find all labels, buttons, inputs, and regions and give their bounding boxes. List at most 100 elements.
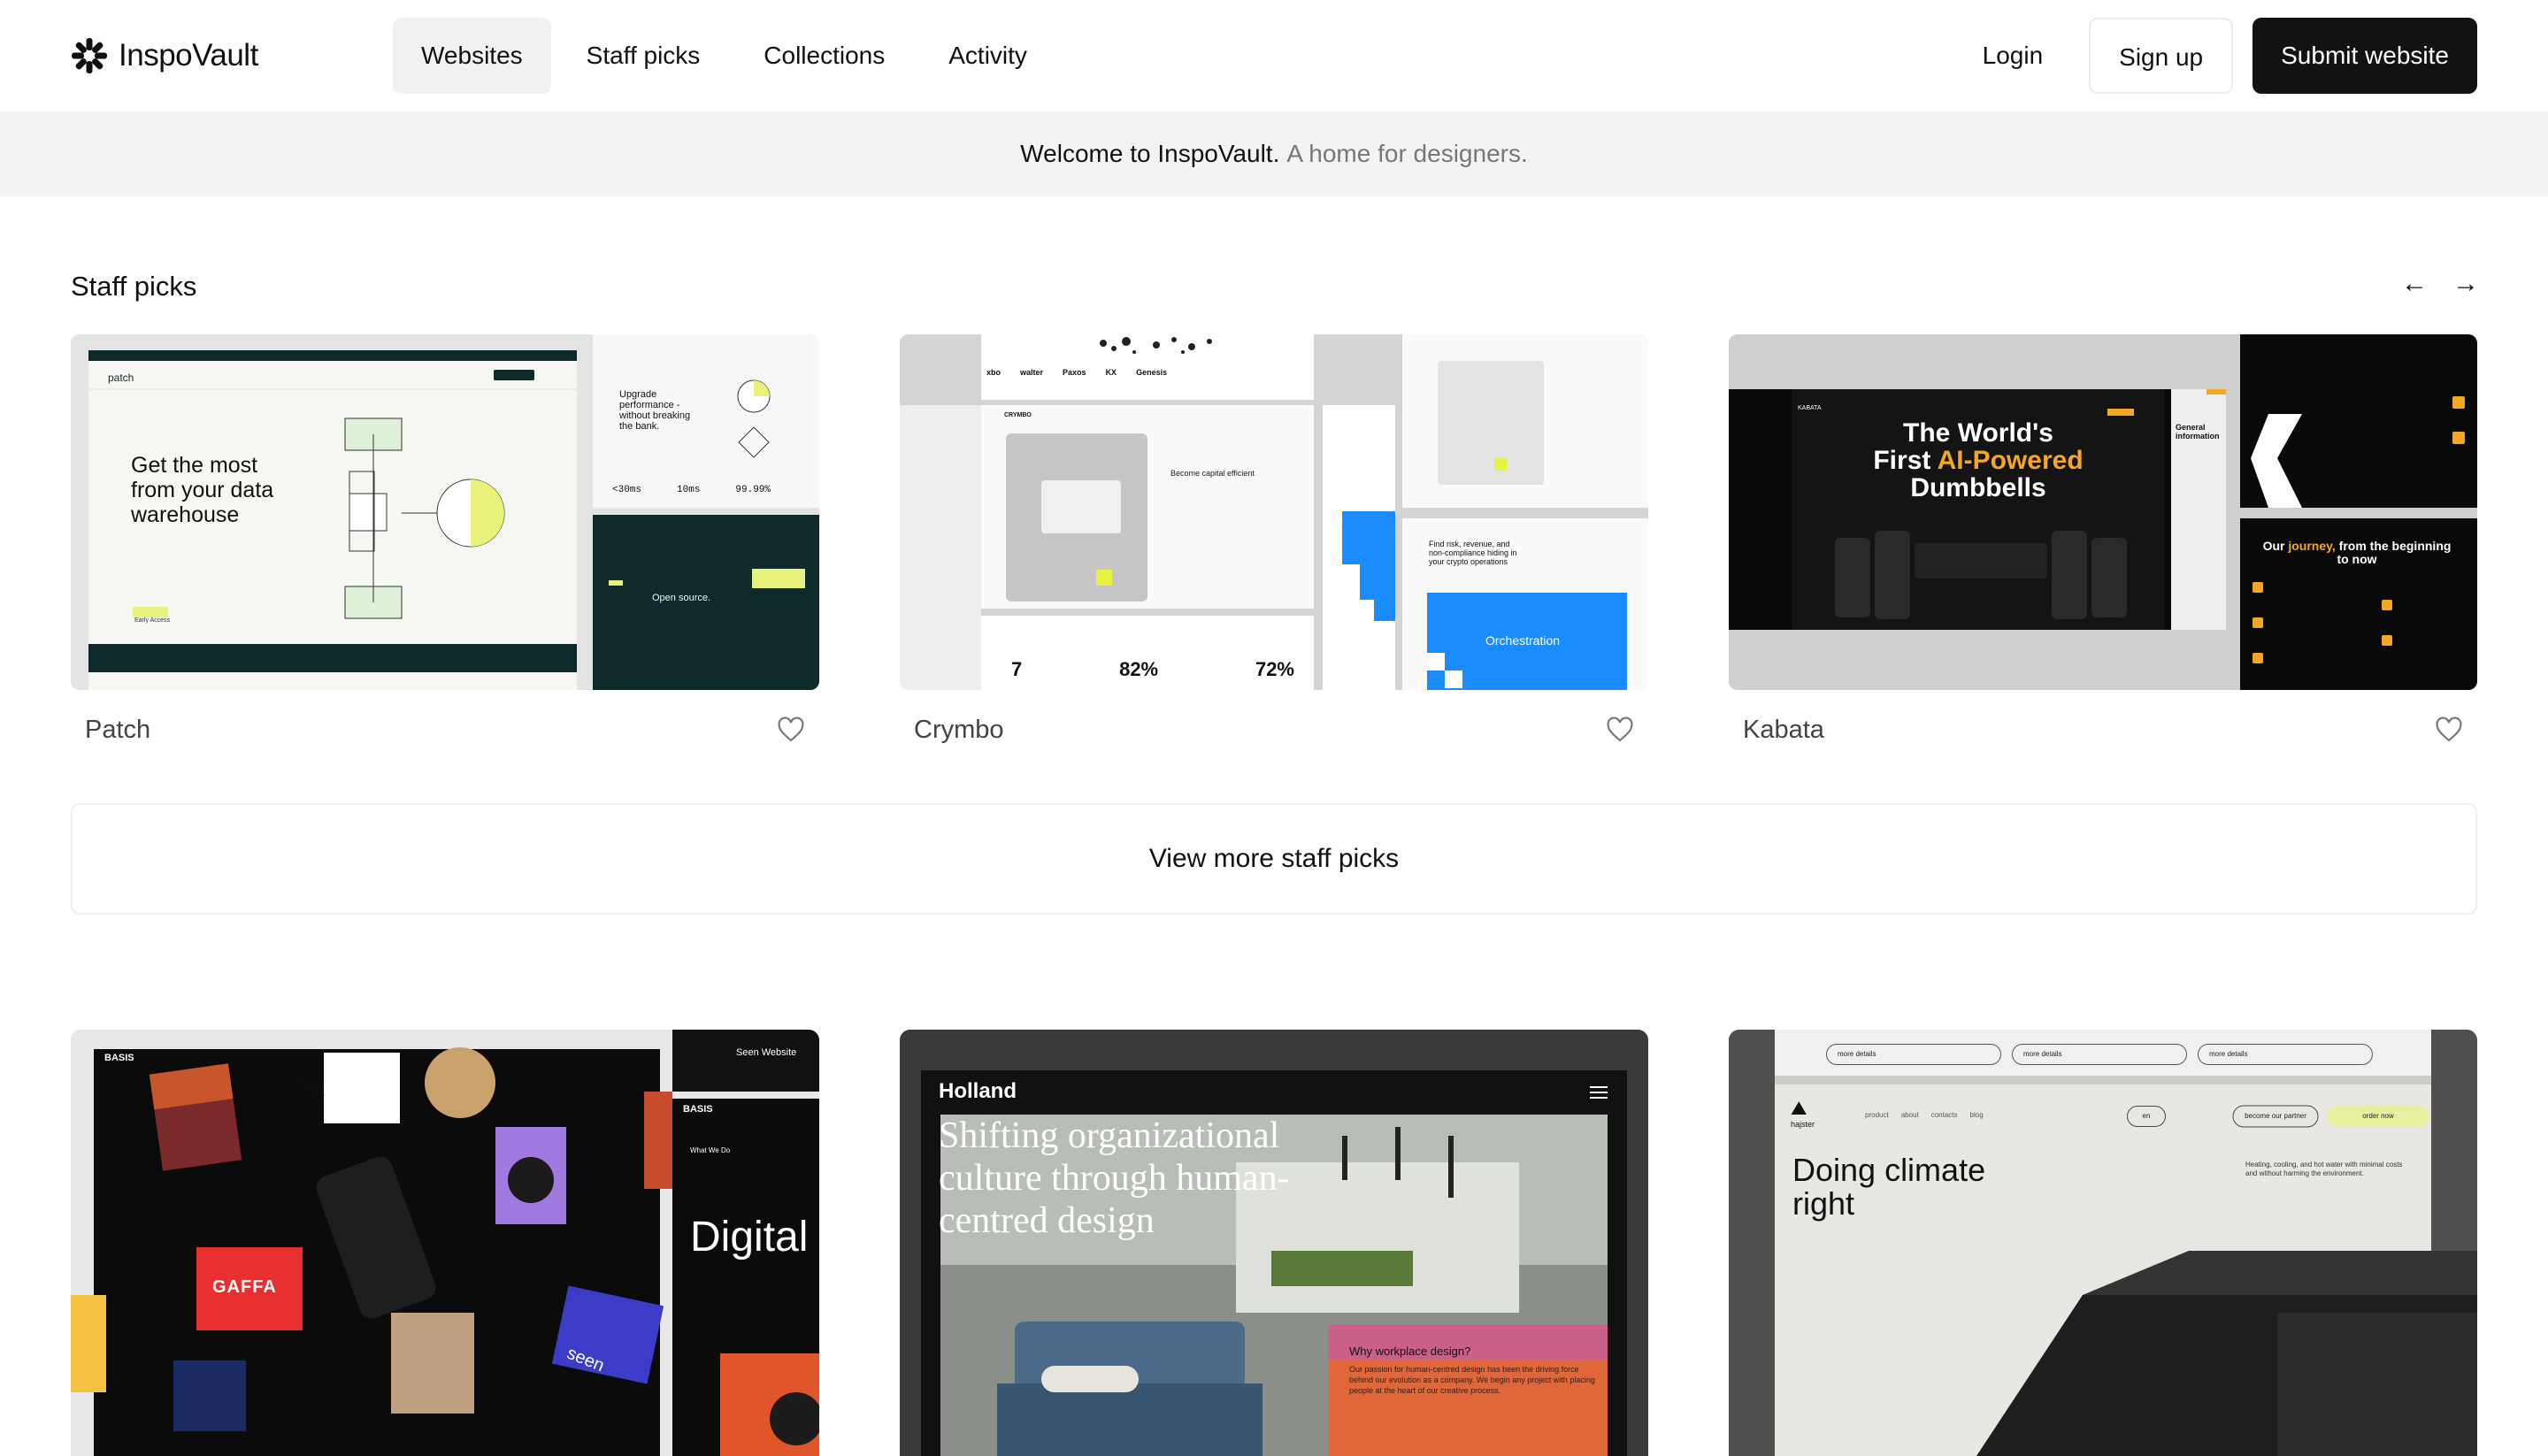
hajster-order[interactable]: order now xyxy=(2327,1106,2429,1127)
submit-website-button[interactable]: Submit website xyxy=(2253,18,2477,94)
hajster-nav-product[interactable]: product xyxy=(1865,1111,1889,1119)
card-footer: Crymbo xyxy=(900,690,1648,770)
crymbo-logo-1: xbo xyxy=(986,368,1002,377)
patch-stat-1: <30ms xyxy=(612,485,642,495)
crymbo-stat-1: 7 xyxy=(1011,658,1023,680)
logo-icon xyxy=(72,38,107,73)
website-card-holland[interactable]: Holland Shifting organizational culture … xyxy=(900,1030,1648,1456)
kabata-preview xyxy=(1729,334,2477,690)
hajster-partner[interactable]: become our partner xyxy=(2233,1106,2318,1127)
card-thumbnail[interactable]: The World's First AI-Powered Dumbbells K… xyxy=(1729,334,2477,690)
hajster-nav-contacts[interactable]: contacts xyxy=(1931,1111,1958,1119)
card-thumbnail[interactable]: CRYMBO xbo walter Paxos KX Genesis Becom… xyxy=(900,334,1648,690)
kabata-journey-2: from the beginning to now xyxy=(2337,539,2452,566)
staff-pick-card-crymbo[interactable]: CRYMBO xbo walter Paxos KX Genesis Becom… xyxy=(900,334,1648,770)
patch-stat-2: 10ms xyxy=(677,485,701,495)
staff-pick-card-kabata[interactable]: The World's First AI-Powered Dumbbells K… xyxy=(1729,334,2477,770)
patch-side-headline: Upgrade performance - without breaking t… xyxy=(619,389,691,432)
auth-actions: Login Sign up Submit website xyxy=(1956,18,2477,94)
crymbo-logo-3: Paxos xyxy=(1063,368,1086,377)
holland-brand: Holland xyxy=(939,1079,1017,1103)
kabata-journey-accent: journey, xyxy=(2288,539,2336,553)
basis-seen: Seen Website xyxy=(736,1047,797,1058)
nav-activity[interactable]: Activity xyxy=(920,18,1055,94)
arrow-right-icon[interactable]: → xyxy=(2452,269,2479,299)
welcome-banner: Welcome to InspoVault. A home for design… xyxy=(0,111,2548,196)
crymbo-stat-3: 72% xyxy=(1255,658,1294,680)
kabata-headline-3: Dumbbells xyxy=(1910,473,2046,502)
patch-headline: Get the most from your data warehouse xyxy=(131,453,274,527)
brand-logo[interactable]: InspoVault xyxy=(71,37,322,74)
staff-picks-title: Staff picks xyxy=(71,271,197,302)
kabata-journey-1: Our xyxy=(2262,539,2285,553)
hajster-logo-icon: ⛰ xyxy=(1791,1097,1807,1119)
top-header: InspoVault Websites Staff picks Collecti… xyxy=(0,0,2548,111)
arrow-left-icon[interactable]: ← xyxy=(2401,269,2428,299)
holland-headline: Shifting organizational culture through … xyxy=(939,1115,1290,1241)
nav-staff-picks[interactable]: Staff picks xyxy=(558,18,729,94)
crymbo-brand: CRYMBO xyxy=(1004,412,1032,418)
card-name[interactable]: Kabata xyxy=(1743,716,1824,745)
kabata-brand: KABATA xyxy=(1798,405,1822,411)
card-footer: Patch xyxy=(71,690,819,770)
hajster-brand: hajster xyxy=(1791,1120,1815,1129)
heart-icon[interactable] xyxy=(2435,717,2463,743)
website-card-basis[interactable]: BASIS Sable GAFFA seen Seen Website BASI… xyxy=(71,1030,819,1456)
crymbo-stat-2: 82% xyxy=(1119,658,1159,680)
main-nav: Websites Staff picks Collections Activit… xyxy=(393,18,1055,94)
card-footer: Kabata xyxy=(1729,690,2477,770)
nav-collections[interactable]: Collections xyxy=(735,18,913,94)
kabata-headline-2-line: First AI-Powered xyxy=(1792,447,2164,474)
crymbo-orchestration: Orchestration xyxy=(1485,633,1561,648)
kabata-headline-2: First xyxy=(1873,446,1931,475)
signup-button[interactable]: Sign up xyxy=(2089,18,2234,94)
login-button[interactable]: Login xyxy=(1956,18,2070,94)
kabata-headline: The World's First AI-Powered Dumbbells xyxy=(1792,419,2164,502)
hajster-lang[interactable]: en xyxy=(2127,1106,2166,1127)
crymbo-logo-2: walter xyxy=(1020,368,1044,377)
brand-name: InspoVault xyxy=(119,38,258,73)
hajster-headline: Doing climate right xyxy=(1792,1152,1986,1222)
crymbo-mid-text: Become capital efficient xyxy=(1170,469,1255,478)
hajster-preview xyxy=(1729,1030,2477,1456)
patch-side2: Open source. xyxy=(652,593,711,603)
crymbo-stats: 7 82% 72% xyxy=(1011,658,1294,681)
carousel-arrows: ← → xyxy=(2401,269,2479,299)
patch-stats: <30ms 10ms 99.99% xyxy=(612,485,771,495)
banner-strong: Welcome to InspoVault. xyxy=(1020,140,1280,167)
website-card-hajster[interactable]: more details more details more details ⛰… xyxy=(1729,1030,2477,1456)
crymbo-logo-5: Genesis xyxy=(1136,368,1168,377)
hajster-pill-2[interactable]: more details xyxy=(2012,1044,2187,1065)
basis-big-text: Digital Produ xyxy=(690,1214,819,1261)
crymbo-logo-4: KX xyxy=(1105,368,1117,377)
basis-brand2: BASIS xyxy=(683,1104,713,1115)
card-name[interactable]: Crymbo xyxy=(914,716,1004,745)
kabata-headline-accent: AI-Powered xyxy=(1937,446,2084,475)
banner-muted: A home for designers. xyxy=(1286,140,1528,167)
hajster-pill-1[interactable]: more details xyxy=(1826,1044,2001,1065)
holland-card-title: Why workplace design? xyxy=(1349,1345,1471,1358)
patch-cta: Early Access xyxy=(134,617,171,624)
hajster-nav-blog[interactable]: blog xyxy=(1970,1111,1984,1119)
staff-pick-card-patch[interactable]: patch Get the most from your data wareho… xyxy=(71,334,819,770)
basis-what: What We Do xyxy=(690,1146,731,1154)
heart-icon[interactable] xyxy=(1606,717,1634,743)
hajster-nav: product about contacts blog xyxy=(1865,1111,1984,1119)
patch-brand: patch xyxy=(108,372,134,384)
basis-gaffa: GAFFA xyxy=(212,1277,277,1297)
basis-brand: BASIS xyxy=(104,1053,134,1063)
crymbo-side-text: Find risk, revenue, and non-compliance h… xyxy=(1429,540,1517,566)
hajster-desc: Heating, cooling, and hot water with min… xyxy=(2245,1161,2403,1177)
holland-card-body: Our passion for human-centred design has… xyxy=(1349,1365,1595,1395)
nav-websites[interactable]: Websites xyxy=(393,18,551,94)
hajster-pill-3[interactable]: more details xyxy=(2198,1044,2373,1065)
card-thumbnail[interactable]: patch Get the most from your data wareho… xyxy=(71,334,819,690)
kabata-journey: Our journey, from the beginning to now xyxy=(2260,540,2454,566)
card-name[interactable]: Patch xyxy=(85,716,150,745)
patch-stat-3: 99.99% xyxy=(735,485,771,495)
kabata-headline-1: The World's xyxy=(1903,418,2053,448)
crymbo-logo-strip: xbo walter Paxos KX Genesis xyxy=(986,368,1167,377)
view-more-staff-picks-button[interactable]: View more staff picks xyxy=(71,803,2477,915)
hajster-nav-about[interactable]: about xyxy=(1901,1111,1919,1119)
heart-icon[interactable] xyxy=(777,717,805,743)
